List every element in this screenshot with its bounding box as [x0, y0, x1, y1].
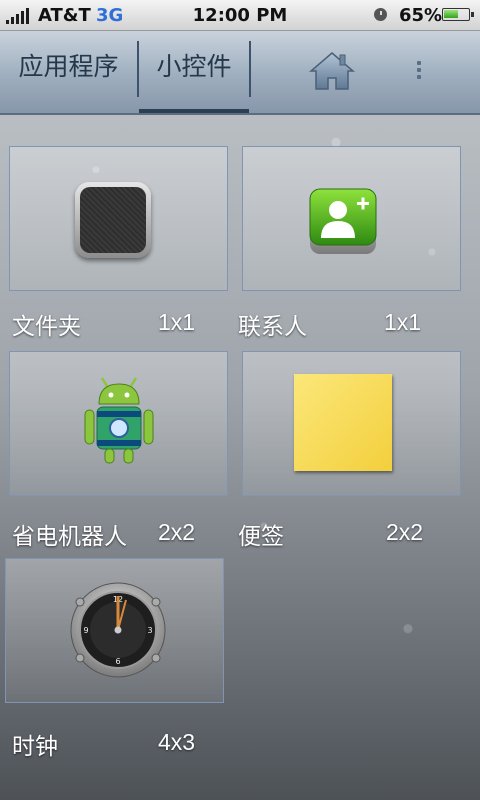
sticky-note-icon	[294, 374, 392, 471]
widget-size: 2x2	[158, 519, 196, 545]
svg-text:3: 3	[147, 626, 152, 635]
battery-icon	[442, 8, 474, 21]
widget-tile-contacts[interactable]	[242, 146, 461, 291]
battery-percent: 65%	[399, 5, 443, 26]
alarm-icon	[374, 8, 387, 21]
home-button[interactable]	[308, 51, 356, 91]
widget-size: 4x3	[158, 729, 196, 755]
menu-button[interactable]	[414, 61, 424, 85]
svg-text:6: 6	[115, 657, 120, 666]
widget-label: 联系人	[238, 314, 307, 340]
widget-label: 便签	[238, 524, 284, 550]
add-contact-icon	[309, 188, 377, 254]
svg-text:9: 9	[83, 626, 88, 635]
widget-tile-clock[interactable]: 12 3 6 9	[5, 558, 224, 703]
widget-size: 2x2	[386, 519, 424, 545]
menu-icon	[414, 61, 424, 79]
widget-label: 省电机器人	[12, 524, 127, 550]
clock-icon: 12 3 6 9	[70, 582, 166, 678]
tab-bar: 应用程序 小控件	[0, 31, 480, 115]
widget-label: 文件夹	[12, 314, 81, 340]
folder-icon	[75, 182, 151, 258]
widget-tile-power-saver[interactable]	[9, 351, 228, 496]
home-icon	[308, 52, 356, 90]
widget-size: 1x1	[158, 309, 196, 335]
widget-label: 时钟	[12, 734, 58, 760]
tab-applications[interactable]: 应用程序	[0, 31, 137, 109]
widget-tile-notes[interactable]	[242, 351, 461, 496]
android-battery-icon	[84, 377, 154, 464]
tab-widgets[interactable]: 小控件	[139, 31, 249, 113]
status-bar: AT&T 3G 12:00 PM 65%	[0, 0, 480, 31]
widget-size: 1x1	[384, 309, 422, 335]
widget-grid: 文件夹 1x1 联系人 1x1 省电机器人 2x2 便签 2x2 3 6 9 时…	[0, 115, 480, 800]
tab-divider	[249, 41, 251, 97]
widget-tile-folder[interactable]	[9, 146, 228, 291]
